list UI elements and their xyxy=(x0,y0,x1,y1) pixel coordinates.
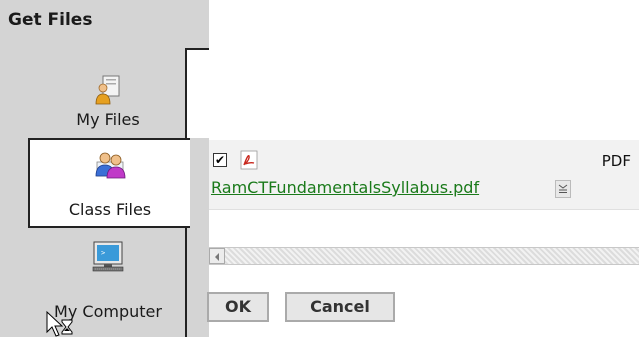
scroll-left-button[interactable] xyxy=(209,248,225,264)
pdf-icon xyxy=(240,150,258,170)
panel-border-left xyxy=(185,50,187,138)
cancel-button[interactable]: Cancel xyxy=(285,292,395,322)
menu-lines-icon xyxy=(558,184,568,193)
nav-item-my-files[interactable]: My Files xyxy=(28,48,188,138)
panel-border-left-lower xyxy=(185,226,187,337)
nav-label-my-files: My Files xyxy=(76,110,140,129)
svg-text:>: > xyxy=(101,249,105,257)
file-row[interactable]: ✔ PDF RamCTFundamentalsSyllabus.pdf xyxy=(209,140,639,210)
sidebar: Get Files My Files Class Files > My Comp… xyxy=(0,0,209,337)
sidebar-title: Get Files xyxy=(8,10,93,30)
file-browser-panel: ✔ PDF RamCTFundamentalsSyllabus.pdf OK C… xyxy=(207,0,639,337)
dialog-button-bar: OK Cancel xyxy=(207,275,639,337)
file-checkbox[interactable]: ✔ xyxy=(213,153,227,167)
file-type-label: PDF xyxy=(601,152,631,170)
file-menu-button[interactable] xyxy=(555,180,571,198)
monitor-icon: > xyxy=(92,241,124,272)
file-name-link[interactable]: RamCTFundamentalsSyllabus.pdf xyxy=(211,178,479,197)
horizontal-scrollbar[interactable] xyxy=(209,247,639,265)
panel-border-top xyxy=(185,48,209,50)
nav-label-class-files: Class Files xyxy=(68,200,152,219)
panel-background xyxy=(187,50,209,138)
busy-cursor-icon xyxy=(46,310,73,337)
users-group-icon xyxy=(95,152,126,179)
ok-button[interactable]: OK xyxy=(207,292,269,322)
nav-item-class-files[interactable]: Class Files xyxy=(28,138,190,228)
folder-user-icon xyxy=(95,75,120,105)
arrow-left-icon xyxy=(215,253,219,261)
